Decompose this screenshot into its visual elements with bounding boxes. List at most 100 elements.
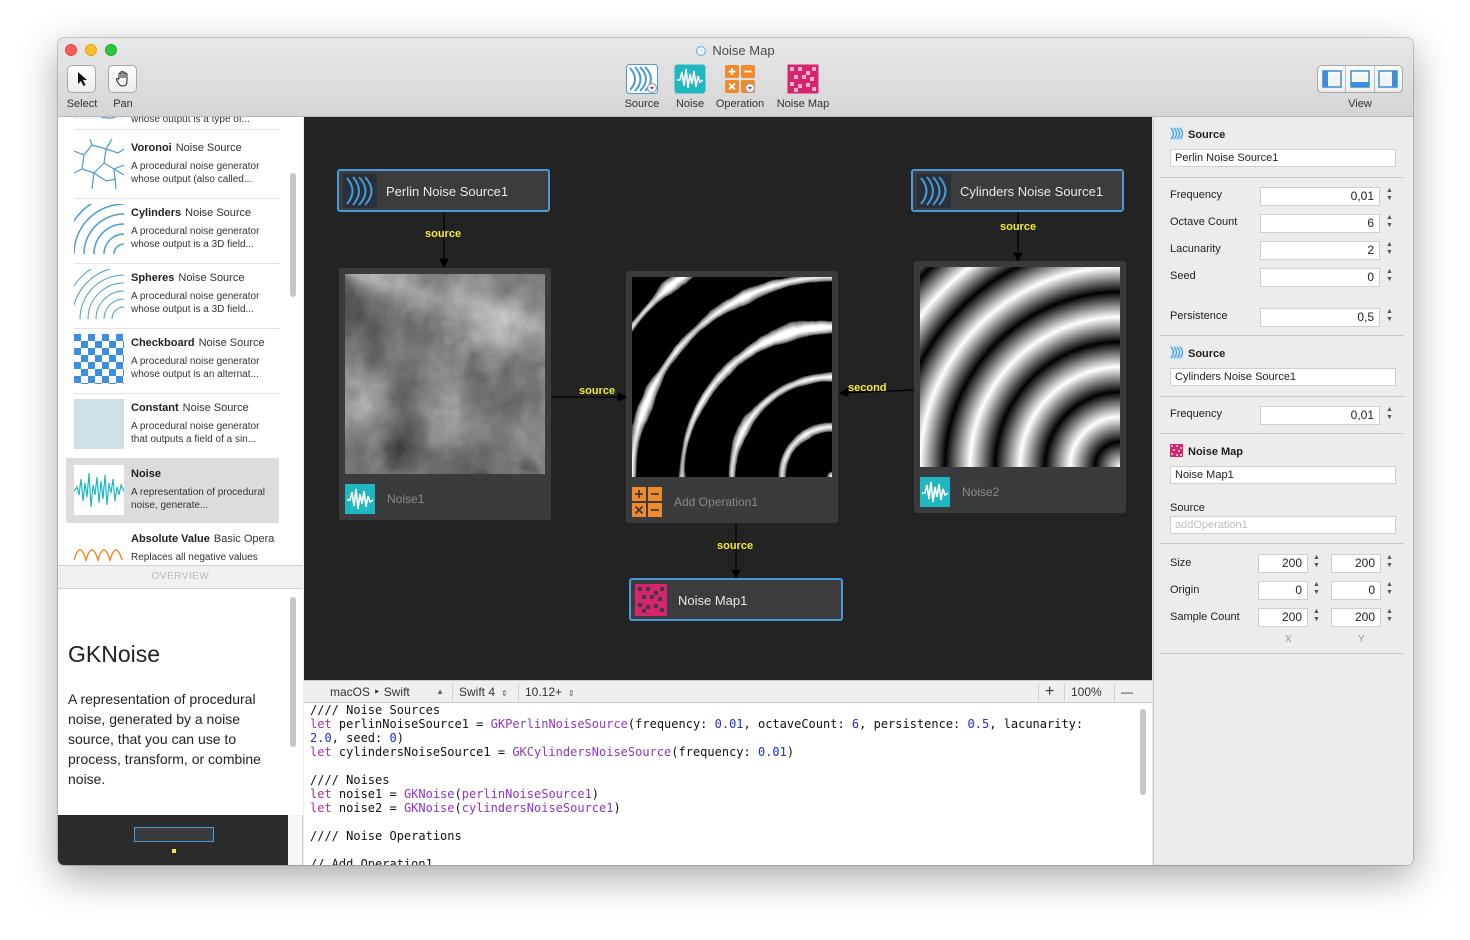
octave-count-stepper[interactable]: ▲ ▼ [1384,214,1395,233]
source-name-field[interactable]: Perlin Noise Source1 [1170,149,1396,167]
source-waves-icon [626,64,658,94]
source-name-field[interactable]: Cylinders Noise Source1 [1170,368,1396,386]
language-selector[interactable]: Swift 4 ⇕ [452,684,514,701]
graph-minimap[interactable] [58,815,288,865]
edge-label: source [717,540,754,552]
frequency-stepper[interactable]: ▲ ▼ [1384,406,1395,425]
constant-thumbnail-icon [74,399,124,449]
library-item-absolute-value[interactable]: Absolute Value Basic Opera Replaces all n… [66,523,279,565]
size-x-field[interactable]: 200 [1258,554,1308,573]
platform-selector[interactable]: macOS ‣ Swift ▲ [324,684,444,701]
size-x-stepper[interactable]: ▲ ▼ [1311,554,1322,573]
library-item-spheres[interactable]: Spheres Noise Source A procedural noise g… [66,262,279,327]
seed-field[interactable]: 0 [1260,268,1380,287]
add-source-button[interactable] [626,64,658,94]
code-settings-bar: macOS ‣ Swift ▲ Swift 4 ⇕ 10.12+ ⇕ + 100% — [304,680,1152,703]
persistence-stepper[interactable]: ▲ ▼ [1384,308,1395,327]
library-item-title: Constant Noise Source [131,402,249,414]
origin-x-field[interactable]: 0 [1258,581,1308,600]
persistence-label: Persistence [1170,310,1228,322]
add-operation-button[interactable] [724,64,756,94]
node-title: Noise1 [387,492,425,506]
select-tool-button[interactable] [67,65,96,93]
node-title: Add Operation1 [674,495,759,509]
code-scrollbar[interactable] [1140,709,1146,795]
pixel-map-icon [1170,444,1183,457]
code-editor[interactable]: //// Noise Sources let perlinNoiseSource… [304,703,1152,865]
node-perlin-noise-source[interactable]: Perlin Noise Source1 [337,169,550,212]
noise-label: Noise [675,98,705,110]
node-graph-canvas[interactable]: Perlin Noise Source1 Cylinders Noise Sou… [304,117,1152,680]
document-icon [696,46,707,56]
persistence-field[interactable]: 0,5 [1260,308,1380,327]
sample-count-label: Sample Count [1170,611,1240,623]
library-item-title: Cylinders Noise Source [131,207,252,219]
library-item-cylinders[interactable]: Cylinders Noise Source A procedural noise… [66,197,279,262]
octave-count-label: Octave Count [1170,216,1238,228]
library-list[interactable]: whose output is a type of... Voronoi Nois… [58,117,303,565]
origin-y-stepper[interactable]: ▲ ▼ [1384,581,1395,600]
divider [1160,177,1404,178]
zoom-out-button[interactable]: — [1114,684,1138,701]
library-item-desc: Replaces all negative values [131,552,258,563]
node-add-operation[interactable]: Add Operation1 [626,271,838,523]
updown-icon: ⇕ [568,689,575,698]
toolbar: Noise Map Select Pan Source Noise Operat… [58,38,1413,117]
library-scrollbar[interactable] [290,173,296,297]
source-waves-icon [917,174,951,208]
size-y-stepper[interactable]: ▲ ▼ [1384,554,1395,573]
overview-scrollbar[interactable] [290,597,296,747]
add-noise-map-button[interactable] [787,64,819,94]
bottom-panel-icon [1350,70,1370,88]
noise-waveform-thumbnail-icon [74,465,124,515]
noise-map-section-header: Noise Map [1170,444,1243,458]
updown-icon: ⇕ [501,689,508,698]
noise-map-name-field[interactable]: Noise Map1 [1170,466,1396,484]
library-item-noise[interactable]: Noise A representation of procedural noi… [66,458,279,523]
library-item-checkboard[interactable]: Checkboard Noise Source A procedural nois… [66,327,279,392]
inspector-panel: Source Perlin Noise Source1 Frequency 0,… [1153,117,1413,865]
origin-x-stepper[interactable]: ▲ ▼ [1311,581,1322,600]
library-item-desc: whose output is a type of... [131,117,250,125]
origin-y-field[interactable]: 0 [1331,581,1381,600]
frequency-field[interactable]: 0,01 [1260,406,1380,425]
view-segmented-control[interactable] [1317,65,1403,93]
noise-map-source-field[interactable]: addOperation1 [1170,516,1396,534]
library-item-desc: A procedural noise generator whose outpu… [131,291,260,315]
checkerboard-thumbnail-icon [74,334,124,384]
library-item-voronoi[interactable]: Voronoi Noise Source A procedural noise g… [66,132,279,197]
divider [1160,433,1404,434]
source-waves-icon [343,174,377,208]
library-item-constant[interactable]: Constant Noise Source A procedural noise … [66,392,279,457]
zoom-in-button[interactable]: + [1038,684,1062,701]
size-y-field[interactable]: 200 [1331,554,1381,573]
node-noise-map[interactable]: Noise Map1 [629,578,843,621]
node-cylinders-noise-source[interactable]: Cylinders Noise Source1 [911,169,1124,212]
sample-count-x-stepper[interactable]: ▲ ▼ [1311,608,1322,627]
sample-count-y-field[interactable]: 200 [1331,608,1381,627]
pan-tool-button[interactable] [108,65,137,93]
version-selector[interactable]: 10.12+ ⇕ [518,684,578,701]
lacunarity-stepper[interactable]: ▲ ▼ [1384,241,1395,260]
node-noise2[interactable]: Noise2 [914,261,1126,513]
sample-count-y-stepper[interactable]: ▲ ▼ [1384,608,1395,627]
seed-stepper[interactable]: ▲ ▼ [1384,268,1395,287]
toggle-bottom-panel-button[interactable] [1346,66,1375,92]
node-noise1[interactable]: Noise1 [339,268,551,520]
divider [1160,396,1404,397]
pixel-map-icon [635,584,667,616]
node-title: Noise Map1 [678,593,748,608]
frequency-field[interactable]: 0,01 [1260,187,1380,206]
library-item[interactable]: whose output is a type of... [66,117,279,127]
frequency-stepper[interactable]: ▲ ▼ [1384,187,1395,206]
lacunarity-field[interactable]: 2 [1260,241,1380,260]
code-line: //// Noise Operations [310,829,462,843]
toggle-left-panel-button[interactable] [1318,66,1347,92]
add-noise-button[interactable] [674,64,706,94]
sample-count-x-field[interactable]: 200 [1258,608,1308,627]
octave-count-field[interactable]: 6 [1260,214,1380,233]
y-axis-label: Y [1358,634,1365,645]
toggle-right-panel-button[interactable] [1375,66,1402,92]
spheres-thumbnail-icon [74,269,124,319]
